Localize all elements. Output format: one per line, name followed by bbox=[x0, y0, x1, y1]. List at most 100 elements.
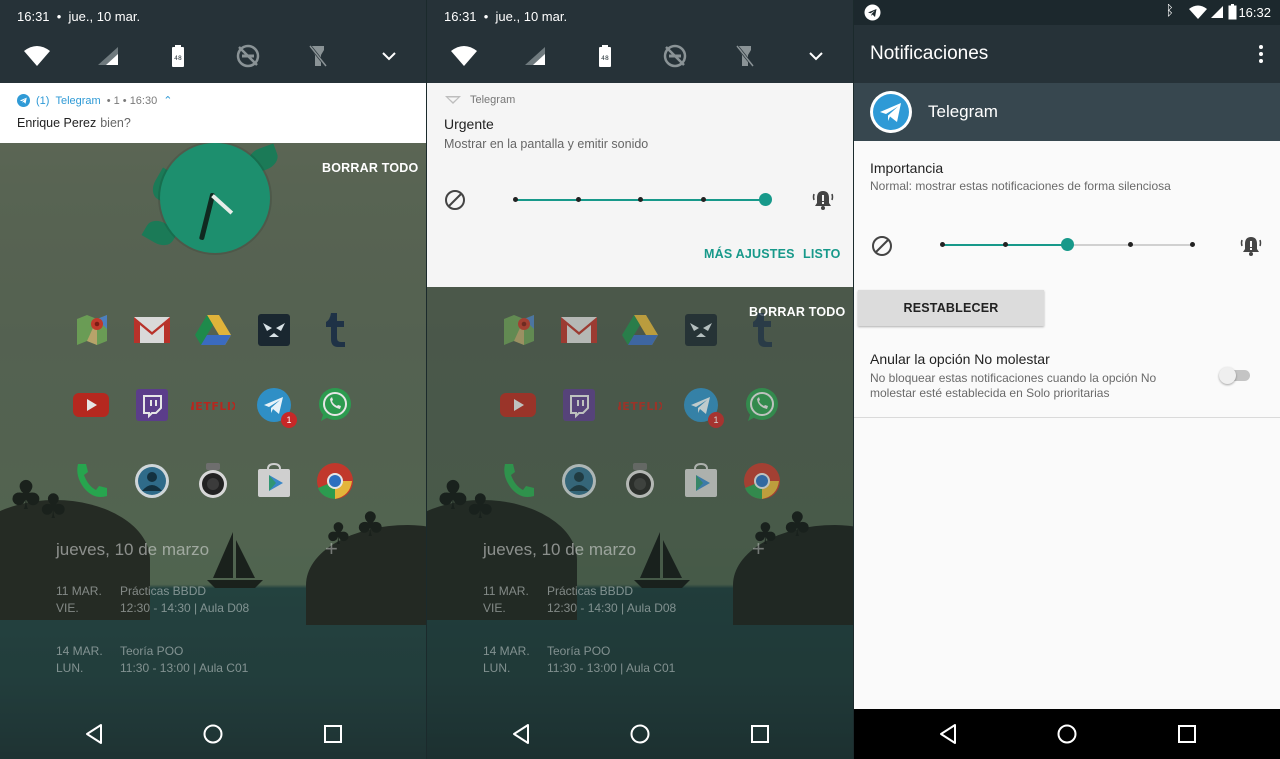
cellular-signal-icon[interactable] bbox=[517, 38, 553, 74]
wifi-icon[interactable] bbox=[19, 38, 55, 74]
do-not-disturb-off-icon[interactable] bbox=[657, 38, 693, 74]
notification-shade-header: 16:31 • jue., 10 mar. 48 bbox=[0, 0, 426, 83]
netflix-app-icon[interactable]: NETFLIX bbox=[190, 386, 236, 424]
telegram-logo-icon bbox=[870, 91, 912, 133]
maps-app-icon[interactable] bbox=[500, 311, 538, 349]
telegram-app-icon[interactable]: 1 bbox=[682, 386, 724, 428]
home-icon[interactable] bbox=[1055, 722, 1079, 746]
telegram-app-icon[interactable]: 1 bbox=[255, 386, 297, 428]
expand-arrows-icon[interactable]: ⌃ bbox=[163, 94, 172, 107]
block-icon[interactable] bbox=[444, 189, 466, 211]
agenda-event[interactable]: 11 MAR. VIE. Prácticas BBDD 12:30 - 14:3… bbox=[56, 583, 316, 619]
back-icon[interactable] bbox=[82, 722, 106, 746]
chrome-app-icon[interactable] bbox=[743, 462, 781, 500]
tumblr-app-icon[interactable] bbox=[316, 311, 354, 349]
camera-app-icon[interactable] bbox=[194, 462, 232, 500]
whatsapp-app-icon[interactable] bbox=[743, 386, 781, 424]
contacts-app-icon[interactable] bbox=[133, 462, 171, 500]
netflix-app-icon[interactable]: NETFLIX bbox=[617, 386, 663, 424]
app-name: Telegram bbox=[928, 102, 998, 121]
home-icon[interactable] bbox=[628, 722, 652, 746]
alert-bell-icon[interactable] bbox=[1239, 234, 1263, 258]
battery-icon[interactable]: 48 bbox=[587, 38, 623, 74]
youtube-app-icon[interactable] bbox=[499, 386, 537, 424]
svg-text:48: 48 bbox=[601, 55, 609, 62]
dnd-override-label: Anular la opción No molestar bbox=[870, 351, 1050, 367]
whatsapp-app-icon[interactable] bbox=[316, 386, 354, 424]
wifi-icon bbox=[1189, 5, 1207, 19]
gmail-app-icon[interactable] bbox=[560, 311, 598, 349]
tumblr-app-icon[interactable] bbox=[743, 311, 781, 349]
ninja-app-icon[interactable] bbox=[255, 311, 293, 349]
gmail-app-icon[interactable] bbox=[133, 311, 171, 349]
cellular-signal-icon[interactable] bbox=[90, 38, 126, 74]
importance-slider[interactable] bbox=[940, 237, 1195, 253]
more-settings-button[interactable]: MÁS AJUSTES bbox=[704, 247, 795, 261]
youtube-app-icon[interactable] bbox=[72, 386, 110, 424]
maps-app-icon[interactable] bbox=[73, 311, 111, 349]
slider-step bbox=[575, 197, 581, 202]
contacts-app-icon[interactable] bbox=[560, 462, 598, 500]
agenda-event[interactable]: 14 MAR. LUN. Teoría POO 11:30 - 13:00 | … bbox=[56, 643, 316, 679]
done-button[interactable]: LISTO bbox=[803, 247, 841, 261]
twitch-app-icon[interactable] bbox=[133, 386, 171, 424]
svg-text:NETFLIX: NETFLIX bbox=[618, 400, 662, 413]
do-not-disturb-off-icon[interactable] bbox=[230, 38, 266, 74]
expand-chevron-icon[interactable] bbox=[371, 38, 407, 74]
flashlight-off-icon[interactable] bbox=[300, 38, 336, 74]
agenda-event[interactable]: 11 MAR. VIE. Prácticas BBDD 12:30 - 14:3… bbox=[483, 583, 743, 619]
agenda-date: jueves, 10 de marzo bbox=[483, 540, 637, 559]
add-event-icon[interactable]: + bbox=[325, 536, 338, 562]
slider-step bbox=[513, 197, 518, 202]
play-store-app-icon[interactable] bbox=[255, 462, 293, 500]
back-icon[interactable] bbox=[509, 722, 533, 746]
agenda-event[interactable]: 14 MAR. LUN. Teoría POO 11:30 - 13:00 | … bbox=[483, 643, 743, 679]
ninja-app-icon[interactable] bbox=[682, 311, 720, 349]
back-icon[interactable] bbox=[936, 722, 960, 746]
flashlight-off-icon[interactable] bbox=[727, 38, 763, 74]
chrome-app-icon[interactable] bbox=[316, 462, 354, 500]
overflow-menu-icon[interactable] bbox=[1258, 44, 1264, 64]
notification-message: bien? bbox=[100, 116, 131, 130]
drive-app-icon[interactable] bbox=[194, 311, 232, 349]
battery-icon[interactable]: 48 bbox=[160, 38, 196, 74]
status-date: jue., 10 mar. bbox=[68, 9, 141, 24]
status-time: 16:32 bbox=[1238, 5, 1271, 20]
clock-widget[interactable] bbox=[160, 143, 270, 253]
reset-button[interactable]: RESTABLECER bbox=[858, 290, 1044, 326]
block-icon[interactable] bbox=[871, 235, 893, 257]
slider-thumb[interactable] bbox=[1061, 238, 1074, 251]
slider-step bbox=[1190, 242, 1195, 247]
recents-icon[interactable] bbox=[1175, 722, 1199, 746]
twitch-app-icon[interactable] bbox=[560, 386, 598, 424]
notification-shade-header: 16:31 • jue., 10 mar. 48 bbox=[427, 0, 853, 83]
quick-settings-row: 48 bbox=[0, 38, 426, 74]
notification-app: Telegram bbox=[55, 94, 101, 107]
add-event-icon[interactable]: + bbox=[752, 536, 765, 562]
importance-slider[interactable] bbox=[513, 192, 772, 208]
telegram-notification[interactable]: (1) Telegram • 1 • 16:30 ⌃ Enrique Perez… bbox=[0, 83, 426, 143]
svg-text:48: 48 bbox=[174, 55, 182, 62]
phone-app-icon[interactable] bbox=[499, 462, 537, 500]
page-title: Notificaciones bbox=[870, 43, 989, 64]
status-time: 16:31 bbox=[17, 9, 50, 24]
camera-app-icon[interactable] bbox=[621, 462, 659, 500]
importance-title: Urgente bbox=[444, 116, 494, 132]
home-icon[interactable] bbox=[201, 722, 225, 746]
dnd-override-toggle[interactable] bbox=[1219, 367, 1251, 384]
recents-icon[interactable] bbox=[748, 722, 772, 746]
status-bar: ᛒ 16:32 bbox=[854, 0, 1280, 25]
phone-app-icon[interactable] bbox=[72, 462, 110, 500]
wifi-icon[interactable] bbox=[446, 38, 482, 74]
cellular-signal-icon bbox=[1211, 6, 1223, 18]
recents-icon[interactable] bbox=[321, 722, 345, 746]
notification-importance-card: Telegram Urgente Mostrar en la pantalla … bbox=[427, 83, 853, 287]
alert-bell-icon[interactable] bbox=[811, 188, 835, 212]
expand-chevron-icon[interactable] bbox=[798, 38, 834, 74]
drive-app-icon[interactable] bbox=[621, 311, 659, 349]
notification-sender: Enrique Perez bbox=[17, 116, 97, 130]
notification-count: (1) bbox=[36, 94, 50, 107]
slider-thumb[interactable] bbox=[759, 193, 772, 206]
play-store-app-icon[interactable] bbox=[682, 462, 720, 500]
clear-all-button[interactable]: BORRAR TODO bbox=[322, 161, 418, 175]
